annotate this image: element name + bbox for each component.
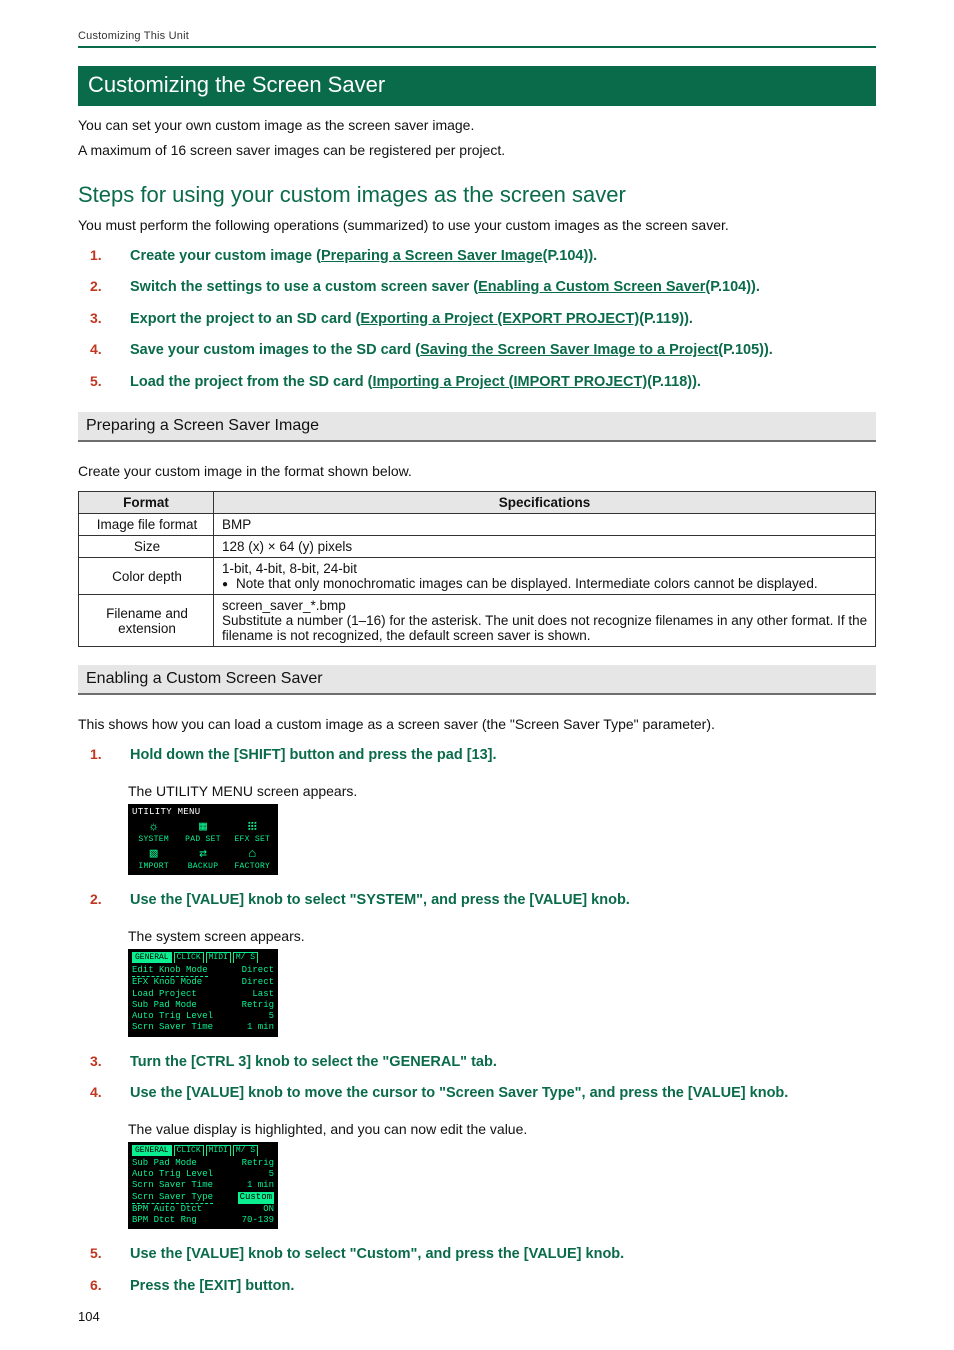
step-number: 6. [90, 1277, 106, 1293]
tab-midi: MIDI [206, 952, 231, 963]
factory-icon: ⌂ [231, 847, 274, 860]
step-text: Press the [EXIT] button. [130, 1277, 876, 1297]
format-spec-table: Format Specifications Image file format … [78, 491, 876, 647]
step-number: 5. [90, 1245, 106, 1261]
table-row: Image file format BMP [79, 514, 876, 536]
heading-steps: Steps for using your custom images as th… [78, 182, 876, 208]
step-number: 4. [90, 1084, 106, 1100]
step-text: Hold down the [SHIFT] button and press t… [130, 746, 876, 766]
intro-line-1: You can set your own custom image as the… [78, 116, 876, 135]
tab-ms: M/ S [233, 1145, 258, 1156]
heading-customizing: Customizing the Screen Saver [78, 66, 876, 106]
step-note: The value display is highlighted, and yo… [128, 1120, 876, 1138]
procedure-list: 1. Hold down the [SHIFT] button and pres… [78, 740, 876, 772]
utility-menu-screenshot: UTILITY MENU ☼ ▦ ᎒᎒᎒ SYSTEM PAD SET EFX … [128, 804, 278, 875]
step-text: Use the [VALUE] knob to select "SYSTEM",… [130, 891, 876, 911]
cell-label: Filename and extension [79, 595, 214, 647]
sliders-icon: ᎒᎒᎒ [231, 820, 274, 833]
list-item: 3. Turn the [CTRL 3] knob to select the … [78, 1047, 876, 1079]
list-item: 6. Press the [EXIT] button. [78, 1271, 876, 1303]
gear-icon: ☼ [132, 820, 175, 833]
link-export-project[interactable]: Exporting a Project (EXPORT PROJECT) [360, 311, 639, 327]
list-item: 4. Use the [VALUE] knob to move the curs… [78, 1078, 876, 1110]
procedure-list: 2. Use the [VALUE] knob to select "SYSTE… [78, 885, 876, 917]
cell-value: 128 (x) × 64 (y) pixels [214, 536, 876, 558]
list-item: 2. Use the [VALUE] knob to select "SYSTE… [78, 885, 876, 917]
tab-general: GENERAL [132, 1145, 172, 1156]
step-text: Use the [VALUE] knob to move the cursor … [130, 1084, 876, 1104]
step-note: The system screen appears. [128, 927, 876, 945]
tab-midi: MIDI [206, 1145, 231, 1156]
grid-icon: ▦ [181, 820, 224, 833]
overview-steps-list: 1. Create your custom image (Preparing a… [78, 241, 876, 399]
cell-label: Size [79, 536, 214, 558]
tab-general: GENERAL [132, 952, 172, 963]
th-format: Format [79, 492, 214, 514]
step-text: Load the project from the SD card (Impor… [130, 373, 876, 393]
steps-intro: You must perform the following operation… [78, 216, 876, 235]
cell-label: Color depth [79, 558, 214, 595]
heading-preparing-image: Preparing a Screen Saver Image [78, 412, 876, 442]
step-number: 1. [90, 247, 106, 263]
step-number: 2. [90, 278, 106, 294]
system-general-screenshot-1: GENERAL CLICK MIDI M/ S Edit Knob ModeDi… [128, 949, 278, 1037]
list-item: 2. Switch the settings to use a custom s… [78, 272, 876, 304]
prepare-intro: Create your custom image in the format s… [78, 462, 876, 481]
cell-value: BMP [214, 514, 876, 536]
step-number: 1. [90, 746, 106, 762]
step-text: Create your custom image (Preparing a Sc… [130, 247, 876, 267]
cell-value: screen_saver_*.bmp Substitute a number (… [214, 595, 876, 647]
step-number: 3. [90, 1053, 106, 1069]
sd-icon: ▧ [132, 847, 175, 860]
enable-intro: This shows how you can load a custom ima… [78, 715, 876, 734]
step-note: The UTILITY MENU screen appears. [128, 782, 876, 800]
swap-icon: ⇄ [181, 847, 224, 860]
list-item: 1. Hold down the [SHIFT] button and pres… [78, 740, 876, 772]
procedure-list: 3. Turn the [CTRL 3] knob to select the … [78, 1047, 876, 1110]
step-text: Export the project to an SD card (Export… [130, 310, 876, 330]
link-saving-image[interactable]: Saving the Screen Saver Image to a Proje… [420, 342, 718, 358]
link-import-project[interactable]: Importing a Project (IMPORT PROJECT) [373, 374, 648, 390]
table-row: Color depth 1-bit, 4-bit, 8-bit, 24-bit … [79, 558, 876, 595]
list-item: 3. Export the project to an SD card (Exp… [78, 304, 876, 336]
heading-enabling-custom: Enabling a Custom Screen Saver [78, 665, 876, 695]
intro-line-2: A maximum of 16 screen saver images can … [78, 141, 876, 160]
tab-click: CLICK [174, 952, 204, 963]
tab-click: CLICK [174, 1145, 204, 1156]
th-spec: Specifications [214, 492, 876, 514]
step-number: 5. [90, 373, 106, 389]
step-number: 2. [90, 891, 106, 907]
table-row: Size 128 (x) × 64 (y) pixels [79, 536, 876, 558]
step-text: Switch the settings to use a custom scre… [130, 278, 876, 298]
step-text: Use the [VALUE] knob to select "Custom",… [130, 1245, 876, 1265]
page-number: 104 [78, 1309, 100, 1324]
list-item: 5. Use the [VALUE] knob to select "Custo… [78, 1239, 876, 1271]
cell-label: Image file format [79, 514, 214, 536]
procedure-list: 5. Use the [VALUE] knob to select "Custo… [78, 1239, 876, 1302]
step-number: 4. [90, 341, 106, 357]
table-row: Filename and extension screen_saver_*.bm… [79, 595, 876, 647]
step-number: 3. [90, 310, 106, 326]
list-item: 1. Create your custom image (Preparing a… [78, 241, 876, 273]
link-preparing-image[interactable]: Preparing a Screen Saver Image [321, 248, 543, 264]
list-item: 4. Save your custom images to the SD car… [78, 335, 876, 367]
system-general-screenshot-2: GENERAL CLICK MIDI M/ S Sub Pad ModeRetr… [128, 1142, 278, 1230]
step-text: Turn the [CTRL 3] knob to select the "GE… [130, 1053, 876, 1073]
list-item: 5. Load the project from the SD card (Im… [78, 367, 876, 399]
breadcrumb: Customizing This Unit [78, 30, 876, 48]
cell-value: 1-bit, 4-bit, 8-bit, 24-bit Note that on… [214, 558, 876, 595]
step-text: Save your custom images to the SD card (… [130, 341, 876, 361]
tab-ms: M/ S [233, 952, 258, 963]
link-enabling-custom[interactable]: Enabling a Custom Screen Saver [478, 279, 705, 295]
